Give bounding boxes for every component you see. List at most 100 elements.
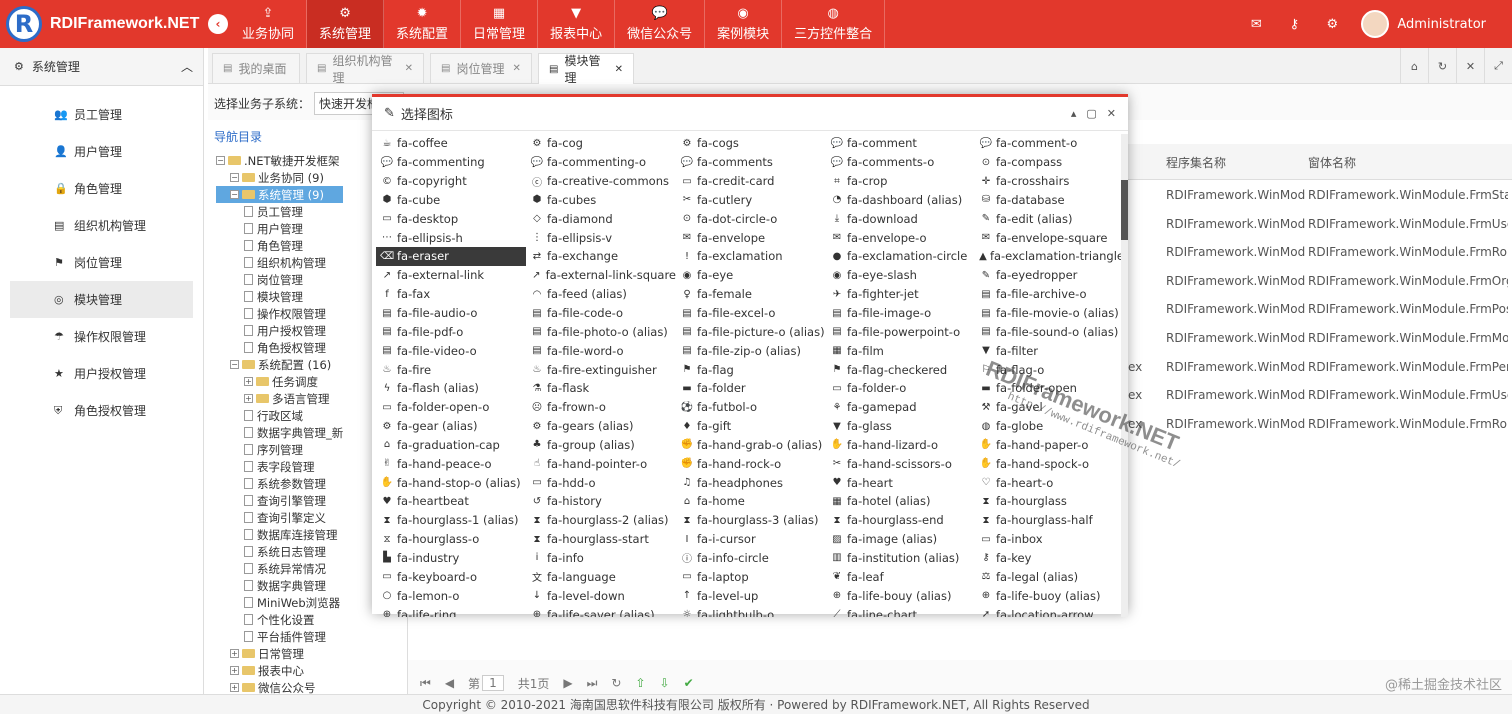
move-up-icon[interactable]: ⇧ [635, 676, 645, 690]
tree-node[interactable]: 数据库连接管理 [216, 526, 343, 543]
icon-option[interactable]: ▭ fa-desktop [376, 209, 526, 228]
icon-option[interactable]: 💬 fa-commenting-o [526, 153, 676, 172]
icon-option[interactable]: ⧖ fa-hourglass-o [376, 530, 526, 549]
icon-option[interactable]: ▭ fa-credit-card [676, 172, 826, 191]
icon-option[interactable]: f fa-fax [376, 285, 526, 304]
icon-option[interactable]: ✉ fa-envelope-square [975, 228, 1124, 247]
grid-cell[interactable]: RDIFramework.WinModule [1166, 274, 1306, 288]
mail-icon[interactable]: ✉ [1237, 17, 1275, 32]
icon-option[interactable]: ▤ fa-file-audio-o [376, 304, 526, 323]
tab[interactable]: ▤ 模块管理 ✕ [538, 53, 634, 85]
tree-node[interactable]: 个性化设置 [216, 611, 343, 628]
icon-option[interactable]: ⚙ fa-cog [526, 134, 676, 153]
icon-option[interactable]: ✉ fa-envelope-o [826, 228, 975, 247]
grid-cell[interactable]: RDIFramework.WinModule.FrmMod [1308, 331, 1508, 345]
close-all-icon[interactable]: ✕ [1456, 48, 1484, 84]
icon-option[interactable]: ▭ fa-keyboard-o [376, 567, 526, 586]
icon-option[interactable]: ✎ fa-edit (alias) [975, 209, 1124, 228]
settings-icon[interactable]: ⚙ [1313, 17, 1351, 32]
sidebar-item[interactable]: ★ 用户授权管理 [10, 355, 193, 392]
grid-cell[interactable]: RDIFramework.WinModule.FrmRole [1308, 417, 1508, 431]
icon-option[interactable]: ▤ fa-file-sound-o (alias) [975, 322, 1124, 341]
maximize-icon[interactable]: ▢ [1086, 107, 1096, 120]
icon-option[interactable]: ⚙ fa-gear (alias) [376, 417, 526, 436]
icon-option[interactable]: ▤ fa-file-archive-o [975, 285, 1124, 304]
dialog-scrollbar[interactable] [1121, 134, 1128, 617]
tree-node[interactable]: + 任务调度 [216, 373, 343, 390]
icon-option[interactable]: ↗ fa-external-link-square [526, 266, 676, 285]
sidebar-item[interactable]: ⚑ 岗位管理 [10, 244, 193, 281]
icon-option[interactable]: ▨ fa-image (alias) [826, 530, 975, 549]
icon-option[interactable]: ✋ fa-hand-lizard-o [826, 436, 975, 455]
icon-option[interactable]: ▭ fa-folder-open-o [376, 398, 526, 417]
icon-option[interactable]: ✋ fa-hand-paper-o [975, 436, 1124, 455]
icon-option[interactable]: ⬢ fa-cubes [526, 191, 676, 210]
icon-option[interactable]: ▤ fa-file-picture-o (alias) [676, 322, 826, 341]
icon-option[interactable]: ⧗ fa-hourglass-start [526, 530, 676, 549]
icon-option[interactable]: ⋯ fa-ellipsis-h [376, 228, 526, 247]
menu-item[interactable]: ✹ 系统配置 [384, 0, 462, 48]
icon-option[interactable]: ▭ fa-hdd-o [526, 473, 676, 492]
icon-option[interactable]: 💬 fa-comment [826, 134, 975, 153]
icon-option[interactable]: ▬ fa-folder-open [975, 379, 1124, 398]
menu-item[interactable]: ⇪ 业务协同 [230, 0, 308, 48]
close-tab-icon[interactable]: ✕ [405, 63, 413, 74]
tree-node[interactable]: 组织机构管理 [216, 254, 343, 271]
icon-option[interactable]: ◇ fa-diamond [526, 209, 676, 228]
tree-node[interactable]: 查询引擎定义 [216, 509, 343, 526]
move-down-icon[interactable]: ⇩ [660, 676, 670, 690]
icon-option[interactable]: ⓘ fa-info-circle [676, 549, 826, 568]
refresh-icon[interactable]: ↻ [1428, 48, 1456, 84]
icon-option[interactable]: ✋ fa-hand-spock-o [975, 454, 1124, 473]
icon-option[interactable]: ⟋ fa-line-chart [826, 605, 975, 617]
sidebar-item[interactable]: 👥 员工管理 [10, 96, 193, 133]
icon-option[interactable]: ↓ fa-level-down [526, 586, 676, 605]
icon-option[interactable]: ⚽ fa-futbol-o [676, 398, 826, 417]
icon-option[interactable]: ✋ fa-hand-stop-o (alias) [376, 473, 526, 492]
icon-option[interactable]: ◉ fa-eye [676, 266, 826, 285]
icon-option[interactable]: ⊕ fa-life-bouy (alias) [826, 586, 975, 605]
icon-option[interactable]: ▼ fa-filter [975, 341, 1124, 360]
icon-option[interactable]: Ifa-i-cursor [676, 530, 826, 549]
tree-node[interactable]: − .NET敏捷开发框架 [216, 152, 343, 169]
tab[interactable]: ▤ 岗位管理 ✕ [430, 53, 532, 83]
tab[interactable]: ▤ 我的桌面 [212, 53, 300, 83]
icon-option[interactable]: ⚖ fa-legal (alias) [975, 567, 1124, 586]
icon-option[interactable]: ✌ fa-hand-peace-o [376, 454, 526, 473]
icon-option[interactable]: ⌗ fa-crop [826, 172, 975, 191]
icon-option[interactable]: ♦ fa-gift [676, 417, 826, 436]
icon-option[interactable]: ⧗ fa-hourglass [975, 492, 1124, 511]
tree-node[interactable]: 数据字典管理_新 [216, 424, 343, 441]
chevron-up-icon[interactable]: ︿ [181, 58, 193, 75]
icon-option[interactable]: ⚐ fa-flag-o [975, 360, 1124, 379]
tree-node[interactable]: 行政区域 [216, 407, 343, 424]
tree-node[interactable]: + 报表中心 [216, 662, 343, 679]
icon-option[interactable]: ▭ fa-folder-o [826, 379, 975, 398]
grid-cell[interactable]: RDIFramework.WinModule [1166, 417, 1306, 431]
icon-option[interactable]: ➚ fa-location-arrow [975, 605, 1124, 617]
prev-page-icon[interactable]: ◀ [445, 676, 454, 690]
icon-option[interactable]: ☼ fa-lightbulb-o [676, 605, 826, 617]
icon-option[interactable]: ▤ fa-file-code-o [526, 304, 676, 323]
tab[interactable]: ▤ 组织机构管理 ✕ [306, 53, 424, 85]
icon-option[interactable]: © fa-copyright [376, 172, 526, 191]
icon-option[interactable]: ☝ fa-hand-pointer-o [526, 454, 676, 473]
expand-icon[interactable]: − [216, 156, 225, 165]
grid-cell[interactable]: RDIFramework.WinModule [1166, 217, 1306, 231]
grid-cell[interactable]: RDIFramework.WinModule [1166, 302, 1306, 316]
icon-option[interactable]: ⛁ fa-database [975, 191, 1124, 210]
icon-option[interactable]: ♡ fa-heart-o [975, 473, 1124, 492]
grid-cell[interactable]: RDIFramework.WinModule.FrmOrga [1308, 274, 1508, 288]
icon-option[interactable]: 文 fa-language [526, 567, 676, 586]
icon-option[interactable]: ⊙ fa-compass [975, 153, 1124, 172]
icon-option[interactable]: ⤓ fa-download [826, 209, 975, 228]
icon-option[interactable]: ❦ fa-leaf [826, 567, 975, 586]
icon-option[interactable]: ⚙ fa-cogs [676, 134, 826, 153]
home-icon[interactable]: ⌂ [1400, 48, 1428, 84]
tree-node[interactable]: 查询引擎管理 [216, 492, 343, 509]
expand-icon[interactable]: − [230, 190, 239, 199]
icon-option[interactable]: 💬 fa-commenting [376, 153, 526, 172]
icon-option[interactable]: ⇄ fa-exchange [526, 247, 676, 266]
icon-option[interactable]: ✈ fa-fighter-jet [826, 285, 975, 304]
menu-item[interactable]: ⚙ 系统管理 [307, 0, 385, 48]
